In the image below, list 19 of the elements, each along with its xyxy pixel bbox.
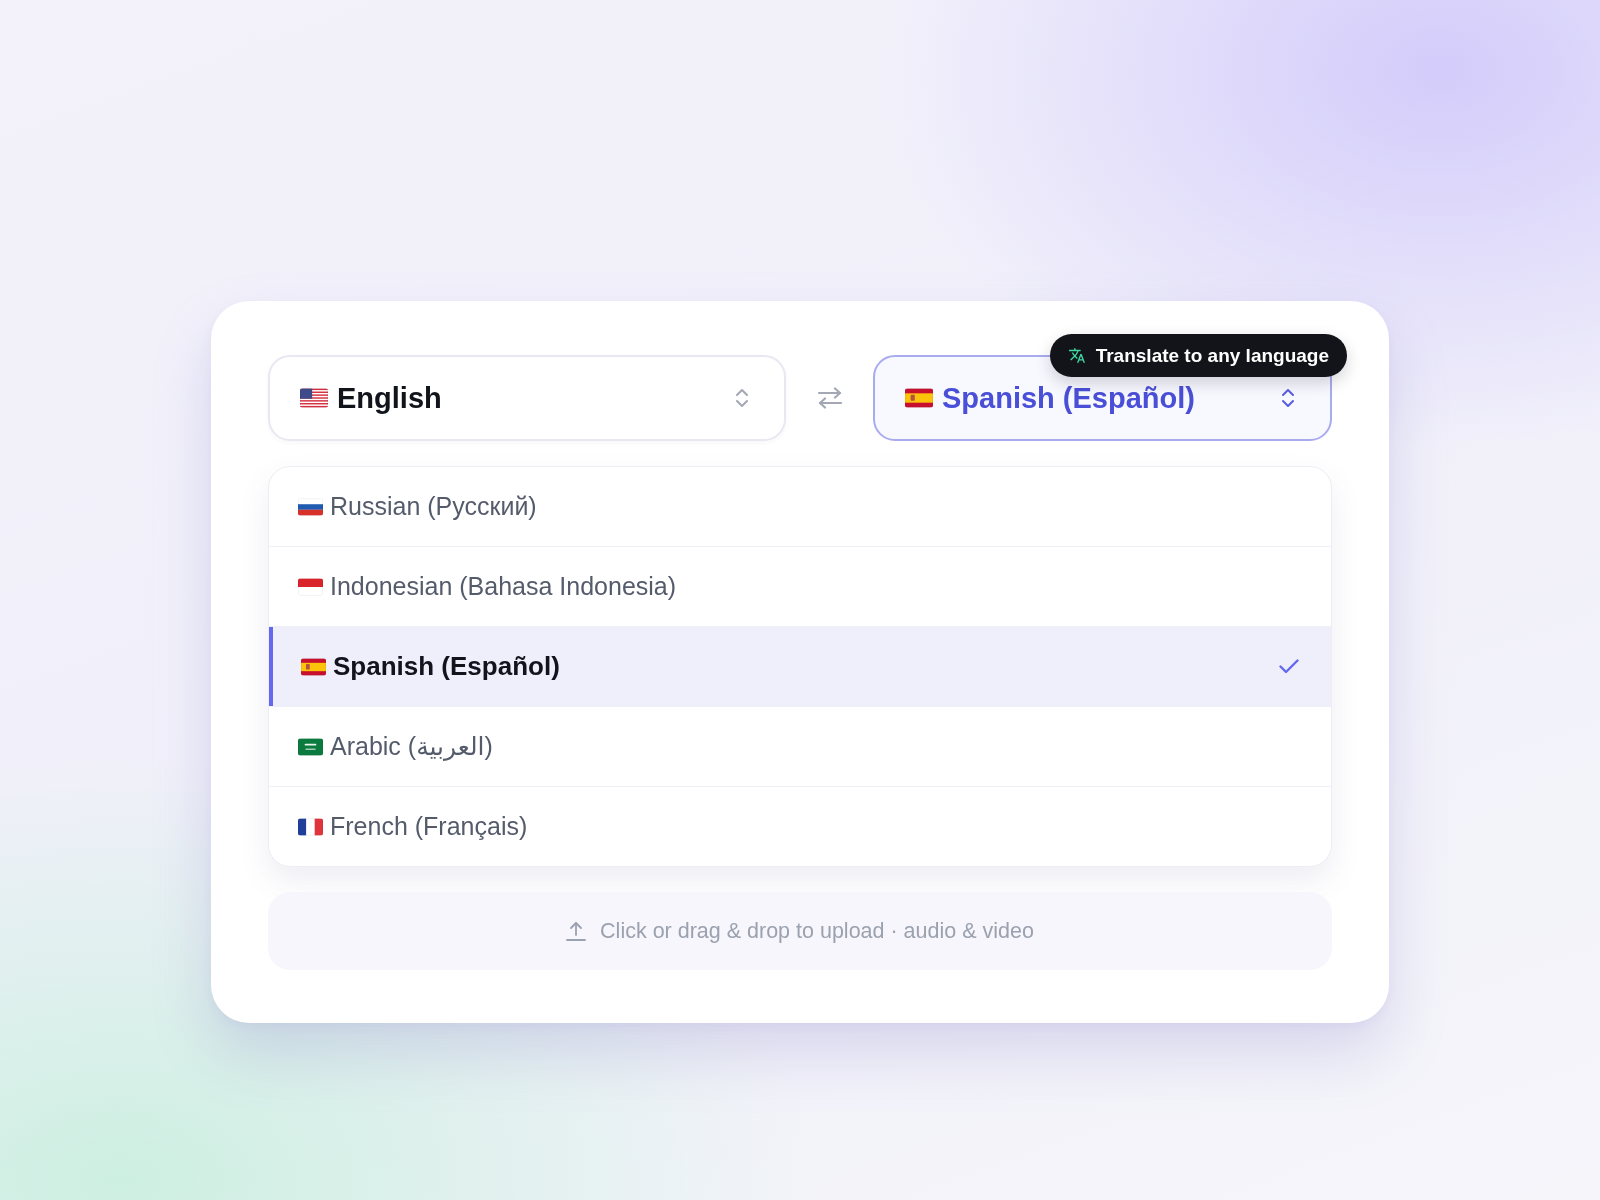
language-option[interactable]: Indonesian (Bahasa Indonesia) <box>269 547 1331 626</box>
language-option[interactable]: French (Français) <box>269 787 1331 866</box>
language-option[interactable]: Arabic (العربية) <box>269 707 1331 786</box>
upload-icon <box>566 921 587 941</box>
check-icon <box>1279 659 1299 674</box>
up-down-chevron-icon <box>736 388 748 408</box>
language-option[interactable]: Spanish (Español) <box>269 627 1331 706</box>
translate-icon <box>1068 348 1085 363</box>
flag-icon <box>298 497 323 516</box>
source-language-select[interactable]: English <box>268 355 786 441</box>
flag-icon <box>905 388 933 408</box>
flag-icon <box>298 577 323 596</box>
up-down-chevron-icon <box>1282 388 1294 408</box>
language-option[interactable]: Russian (Русский) <box>269 467 1331 546</box>
swap-icon[interactable] <box>816 387 843 409</box>
flag-icon <box>298 817 323 836</box>
flag-icon <box>301 657 326 676</box>
flag-icon <box>300 388 328 408</box>
flag-icon <box>298 737 323 756</box>
